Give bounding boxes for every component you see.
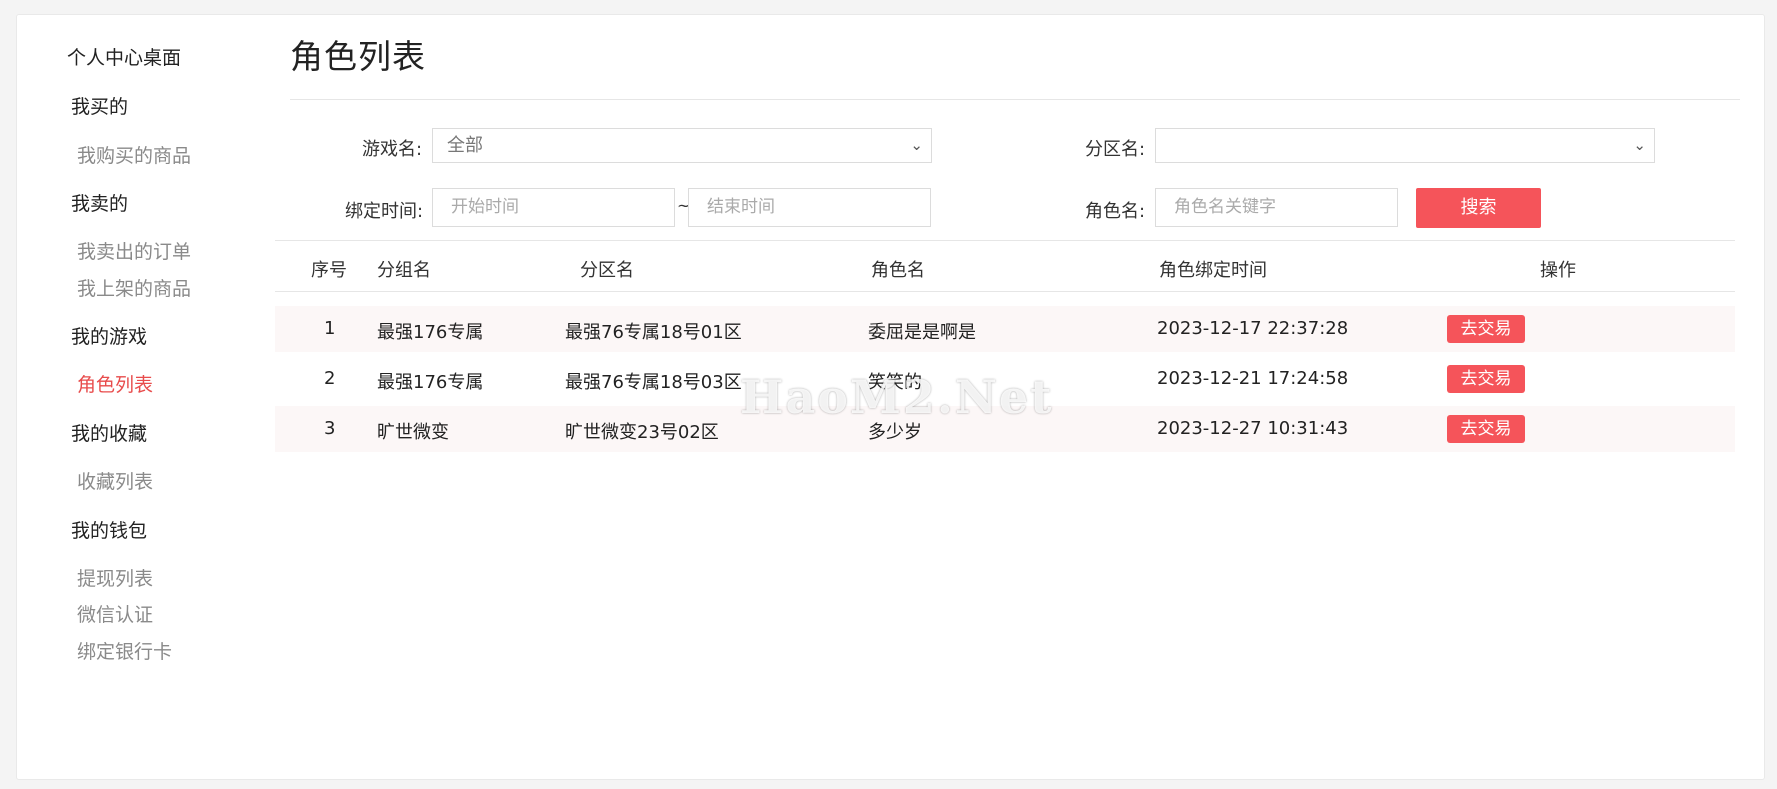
- cell-group: 旷世微变: [377, 422, 449, 443]
- cell-bind-time: 2023-12-21 17:24:58: [1157, 368, 1349, 389]
- cell-zone: 最强76专属18号01区: [565, 322, 742, 343]
- chevron-down-icon: ⌄: [1633, 136, 1646, 154]
- trade-button[interactable]: 去交易: [1447, 365, 1525, 393]
- sidebar-item-role-list[interactable]: 角色列表: [77, 370, 153, 397]
- col-header-no: 序号: [311, 260, 347, 281]
- bind-time-label: 绑定时间:: [345, 201, 424, 222]
- col-header-action: 操作: [1540, 260, 1576, 281]
- sidebar-item-withdraw-list[interactable]: 提现列表: [77, 564, 153, 591]
- sidebar-section-wallet[interactable]: 我的钱包: [71, 516, 147, 543]
- sidebar-section-my-games[interactable]: 我的游戏: [71, 322, 147, 349]
- col-header-zone: 分区名: [580, 260, 634, 281]
- cell-group: 最强176专属: [377, 322, 484, 343]
- watermark: HaoM2.Net: [740, 370, 1054, 424]
- chevron-down-icon: ⌄: [910, 136, 923, 154]
- sidebar-item-bind-bank-card[interactable]: 绑定银行卡: [77, 637, 172, 664]
- role-name-input[interactable]: 角色名关键字: [1155, 188, 1398, 227]
- cell-no: 2: [324, 368, 336, 389]
- title-divider: [290, 99, 1740, 100]
- trade-button[interactable]: 去交易: [1447, 415, 1525, 443]
- trade-button[interactable]: 去交易: [1447, 315, 1525, 343]
- end-time-input[interactable]: 结束时间: [688, 188, 931, 227]
- zone-name-label: 分区名:: [1085, 139, 1146, 160]
- sidebar: 个人中心桌面 我买的 我购买的商品 我卖的 我卖出的订单 我上架的商品 我的游戏…: [17, 15, 287, 779]
- cell-no: 1: [324, 318, 336, 339]
- game-name-label: 游戏名:: [362, 139, 423, 160]
- sidebar-item-purchased-goods[interactable]: 我购买的商品: [77, 141, 191, 168]
- cell-role: 委屈是是啊是: [868, 322, 976, 343]
- sidebar-section-bought[interactable]: 我买的: [71, 92, 128, 119]
- start-time-input[interactable]: 开始时间: [432, 188, 675, 227]
- cell-zone: 最强76专属18号03区: [565, 372, 742, 393]
- col-header-group: 分组名: [377, 260, 431, 281]
- search-button[interactable]: 搜索: [1416, 188, 1541, 228]
- header-divider: [275, 291, 1735, 292]
- page-title: 角色列表: [290, 37, 426, 76]
- cell-group: 最强176专属: [377, 372, 484, 393]
- table-row: 1 最强176专属 最强76专属18号01区 委屈是是啊是 2023-12-17…: [275, 306, 1735, 352]
- game-name-select[interactable]: 全部 ⌄: [432, 128, 932, 163]
- col-header-bind-time: 角色绑定时间: [1159, 260, 1267, 281]
- cell-bind-time: 2023-12-27 10:31:43: [1157, 418, 1349, 439]
- sidebar-item-listed-goods[interactable]: 我上架的商品: [77, 274, 191, 301]
- role-name-label: 角色名:: [1085, 201, 1146, 222]
- cell-no: 3: [324, 418, 336, 439]
- cell-bind-time: 2023-12-17 22:37:28: [1157, 318, 1349, 339]
- sidebar-item-sold-orders[interactable]: 我卖出的订单: [77, 237, 191, 264]
- sidebar-section-sold[interactable]: 我卖的: [71, 189, 128, 216]
- cell-zone: 旷世微变23号02区: [565, 422, 719, 443]
- sidebar-item-wechat-auth[interactable]: 微信认证: [77, 600, 153, 627]
- sidebar-section-favorites[interactable]: 我的收藏: [71, 419, 147, 446]
- game-name-selected: 全部: [447, 135, 483, 156]
- zone-name-select[interactable]: ⌄: [1155, 128, 1655, 163]
- sidebar-dashboard[interactable]: 个人中心桌面: [67, 43, 181, 70]
- filter-divider: [275, 240, 1735, 241]
- col-header-role: 角色名: [871, 260, 925, 281]
- sidebar-item-favorites-list[interactable]: 收藏列表: [77, 467, 153, 494]
